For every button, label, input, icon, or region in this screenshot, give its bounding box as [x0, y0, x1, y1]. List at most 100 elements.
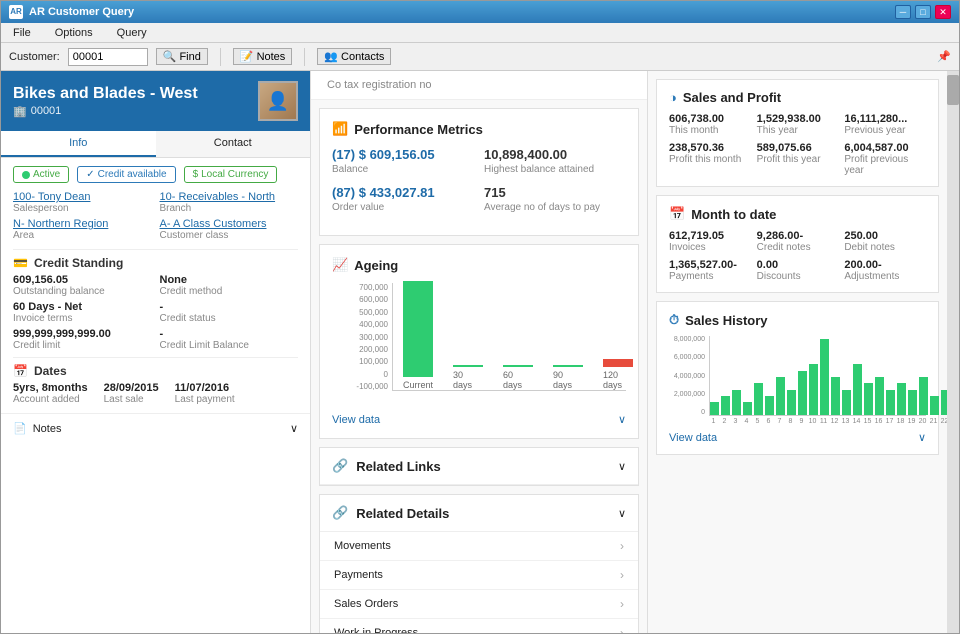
- credit-check-icon: ✓: [86, 169, 94, 180]
- hist-labels: 123456789101112131415161718192021222324: [709, 418, 926, 425]
- sales-history-icon: ⏱: [669, 312, 679, 328]
- scroll-thumb[interactable]: [947, 75, 959, 105]
- related-links-title: 🔗 Related Links: [332, 458, 441, 474]
- limit-balance-field: - Credit Limit Balance: [160, 328, 299, 351]
- hist-bar-20: [919, 377, 928, 415]
- notes-button[interactable]: 📝 Notes: [233, 48, 292, 65]
- movements-chevron: ›: [620, 539, 624, 553]
- profit-prev-value: 6,004,587.00: [844, 142, 926, 154]
- related-details-body: Movements › Payments › Sales Orders › Wo…: [320, 532, 638, 633]
- ageing-header: 📈 Ageing: [332, 257, 626, 273]
- salesperson-label: Salesperson: [13, 203, 152, 214]
- profit-month-field: 238,570.36 Profit this month: [669, 142, 751, 176]
- order-label: Order value: [332, 202, 474, 213]
- avg-days-field: 715 Average no of days to pay: [484, 185, 626, 213]
- debit-notes-label: Debit notes: [844, 242, 926, 253]
- hist-bar-3: [732, 390, 741, 415]
- contacts-button[interactable]: 👥 Contacts: [317, 48, 391, 65]
- contacts-icon: 👥: [324, 50, 338, 63]
- middle-panel: Co tax registration no 📶 Performance Met…: [311, 71, 647, 633]
- last-payment-label: Last payment: [175, 394, 235, 405]
- hist-bars: [709, 336, 926, 416]
- avg-days-label: Average no of days to pay: [484, 202, 626, 213]
- mtd-icon: 📅: [669, 206, 685, 222]
- hist-view-data-chevron: ∨: [918, 431, 926, 444]
- hist-bar-1: [710, 402, 719, 415]
- bar-30: 30 days: [453, 365, 483, 390]
- year-label: This year: [757, 125, 839, 136]
- hist-bar-22: [941, 390, 947, 415]
- high-balance-field: 10,898,400.00 Highest balance attained: [484, 147, 626, 175]
- detail-movements[interactable]: Movements ›: [320, 532, 638, 561]
- title-bar-buttons: ─ □ ✕: [895, 5, 951, 19]
- currency-badge: $ Local Currency: [184, 166, 278, 183]
- hist-bar-19: [908, 390, 917, 415]
- discounts-value: 0.00: [757, 259, 839, 271]
- customer-name: Bikes and Blades - West: [13, 85, 198, 103]
- last-sale-label: Last sale: [104, 394, 159, 405]
- area-value[interactable]: N- Northern Region: [13, 218, 152, 230]
- salesperson-value[interactable]: 100- Tony Dean: [13, 191, 152, 203]
- avatar: 👤: [258, 81, 298, 121]
- sales-profit-section: ◑ Sales and Profit 606,738.00 This month…: [656, 79, 939, 187]
- hist-bar-15: [864, 383, 873, 415]
- sales-profit-grid: 606,738.00 This month 1,529,938.00 This …: [669, 113, 926, 176]
- bar-90: 90 days: [553, 365, 583, 390]
- detail-wip[interactable]: Work in Progress ›: [320, 619, 638, 633]
- branch-value[interactable]: 10- Receivables - North: [160, 191, 299, 203]
- active-dot: [22, 171, 30, 179]
- debit-notes-field: 250.00 Debit notes: [844, 230, 926, 253]
- main-scrollbar[interactable]: [947, 71, 959, 633]
- hist-bar-12: [831, 377, 840, 415]
- ageing-view-data[interactable]: View data ∨: [332, 413, 626, 426]
- bar-30-fill: [453, 365, 483, 367]
- credit-badge: ✓ Credit available: [77, 166, 175, 183]
- bar-60: 60 days: [503, 365, 533, 390]
- title-bar: AR AR Customer Query ─ □ ✕: [1, 1, 959, 23]
- sales-history-view-data[interactable]: View data ∨: [669, 431, 926, 444]
- discounts-label: Discounts: [757, 271, 839, 282]
- notes-section[interactable]: 📄 Notes ∨: [1, 413, 310, 443]
- detail-payments[interactable]: Payments ›: [320, 561, 638, 590]
- search-button[interactable]: 🔍 Find: [156, 48, 208, 65]
- related-links-header[interactable]: 🔗 Related Links ∨: [320, 448, 638, 485]
- credit-section-header: 💳 Credit Standing: [13, 249, 298, 270]
- detail-sales-orders[interactable]: Sales Orders ›: [320, 590, 638, 619]
- tab-info[interactable]: Info: [1, 131, 156, 157]
- menu-query[interactable]: Query: [113, 26, 151, 40]
- toolbar: Customer: 🔍 Find 📝 Notes 👥 Contacts 📌: [1, 43, 959, 71]
- order-value-field: (87) $ 433,027.81 Order value: [332, 185, 474, 213]
- toolbar-right: 📌: [937, 50, 951, 63]
- class-value[interactable]: A- A Class Customers: [160, 218, 299, 230]
- close-button[interactable]: ✕: [935, 5, 951, 19]
- hist-bar-16: [875, 377, 884, 415]
- bar-60-fill: [503, 365, 533, 367]
- hist-bar-21: [930, 396, 939, 415]
- view-data-chevron: ∨: [618, 413, 626, 426]
- dates-section-header: 📅 Dates: [13, 357, 298, 378]
- dates-grid: 5yrs, 8months Account added 28/09/2015 L…: [13, 382, 298, 405]
- profit-prev-label: Profit previous year: [844, 154, 926, 176]
- pin-icon[interactable]: 📌: [937, 50, 951, 63]
- terms-label: Invoice terms: [13, 313, 152, 324]
- invoices-label: Invoices: [669, 242, 751, 253]
- maximize-button[interactable]: □: [915, 5, 931, 19]
- minimize-button[interactable]: ─: [895, 5, 911, 19]
- menu-file[interactable]: File: [9, 26, 35, 40]
- last-sale: 28/09/2015 Last sale: [104, 382, 159, 405]
- customer-input[interactable]: [68, 48, 148, 66]
- month-value: 606,738.00: [669, 113, 751, 125]
- hist-bar-18: [897, 383, 906, 415]
- tab-contact[interactable]: Contact: [156, 131, 311, 157]
- performance-grid: (17) $ 609,156.05 Balance 10,898,400.00 …: [332, 147, 626, 213]
- area-label: Area: [13, 230, 152, 241]
- hist-bar-8: [787, 390, 796, 415]
- related-details-header[interactable]: 🔗 Related Details ∨: [320, 495, 638, 532]
- menu-options[interactable]: Options: [51, 26, 97, 40]
- month-label: This month: [669, 125, 751, 136]
- menu-bar: File Options Query: [1, 23, 959, 43]
- high-balance-label: Highest balance attained: [484, 164, 626, 175]
- credit-status-field: - Credit status: [160, 301, 299, 324]
- bar-120-fill: [603, 359, 633, 367]
- mtd-section: 📅 Month to date 612,719.05 Invoices 9,28…: [656, 195, 939, 293]
